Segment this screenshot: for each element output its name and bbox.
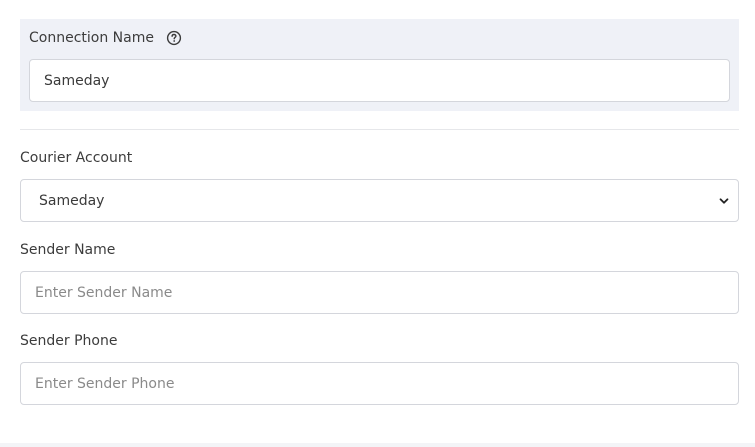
sender-name-input[interactable]: Enter Sender Name bbox=[20, 271, 739, 314]
courier-account-selected-value: Sameday bbox=[39, 192, 105, 209]
section-divider bbox=[20, 129, 739, 130]
question-circle-icon[interactable] bbox=[166, 30, 182, 46]
sender-phone-placeholder: Enter Sender Phone bbox=[35, 375, 175, 392]
sender-phone-input[interactable]: Enter Sender Phone bbox=[20, 362, 739, 405]
connection-name-panel: Connection Name Sameday bbox=[20, 19, 739, 111]
sender-phone-label: Sender Phone bbox=[20, 333, 118, 349]
connection-name-label: Connection Name bbox=[29, 30, 154, 46]
connection-name-input[interactable]: Sameday bbox=[29, 59, 730, 102]
sender-name-placeholder: Enter Sender Name bbox=[35, 284, 173, 301]
bottom-divider bbox=[0, 443, 755, 447]
chevron-down-icon bbox=[718, 195, 730, 207]
courier-account-label: Courier Account bbox=[20, 150, 133, 166]
sender-name-label: Sender Name bbox=[20, 242, 116, 258]
connection-name-label-row: Connection Name bbox=[29, 29, 182, 47]
connection-name-value: Sameday bbox=[44, 72, 110, 89]
courier-account-select[interactable]: Sameday bbox=[20, 179, 739, 222]
courier-connection-form: Connection Name Sameday Courier Account … bbox=[0, 0, 755, 447]
